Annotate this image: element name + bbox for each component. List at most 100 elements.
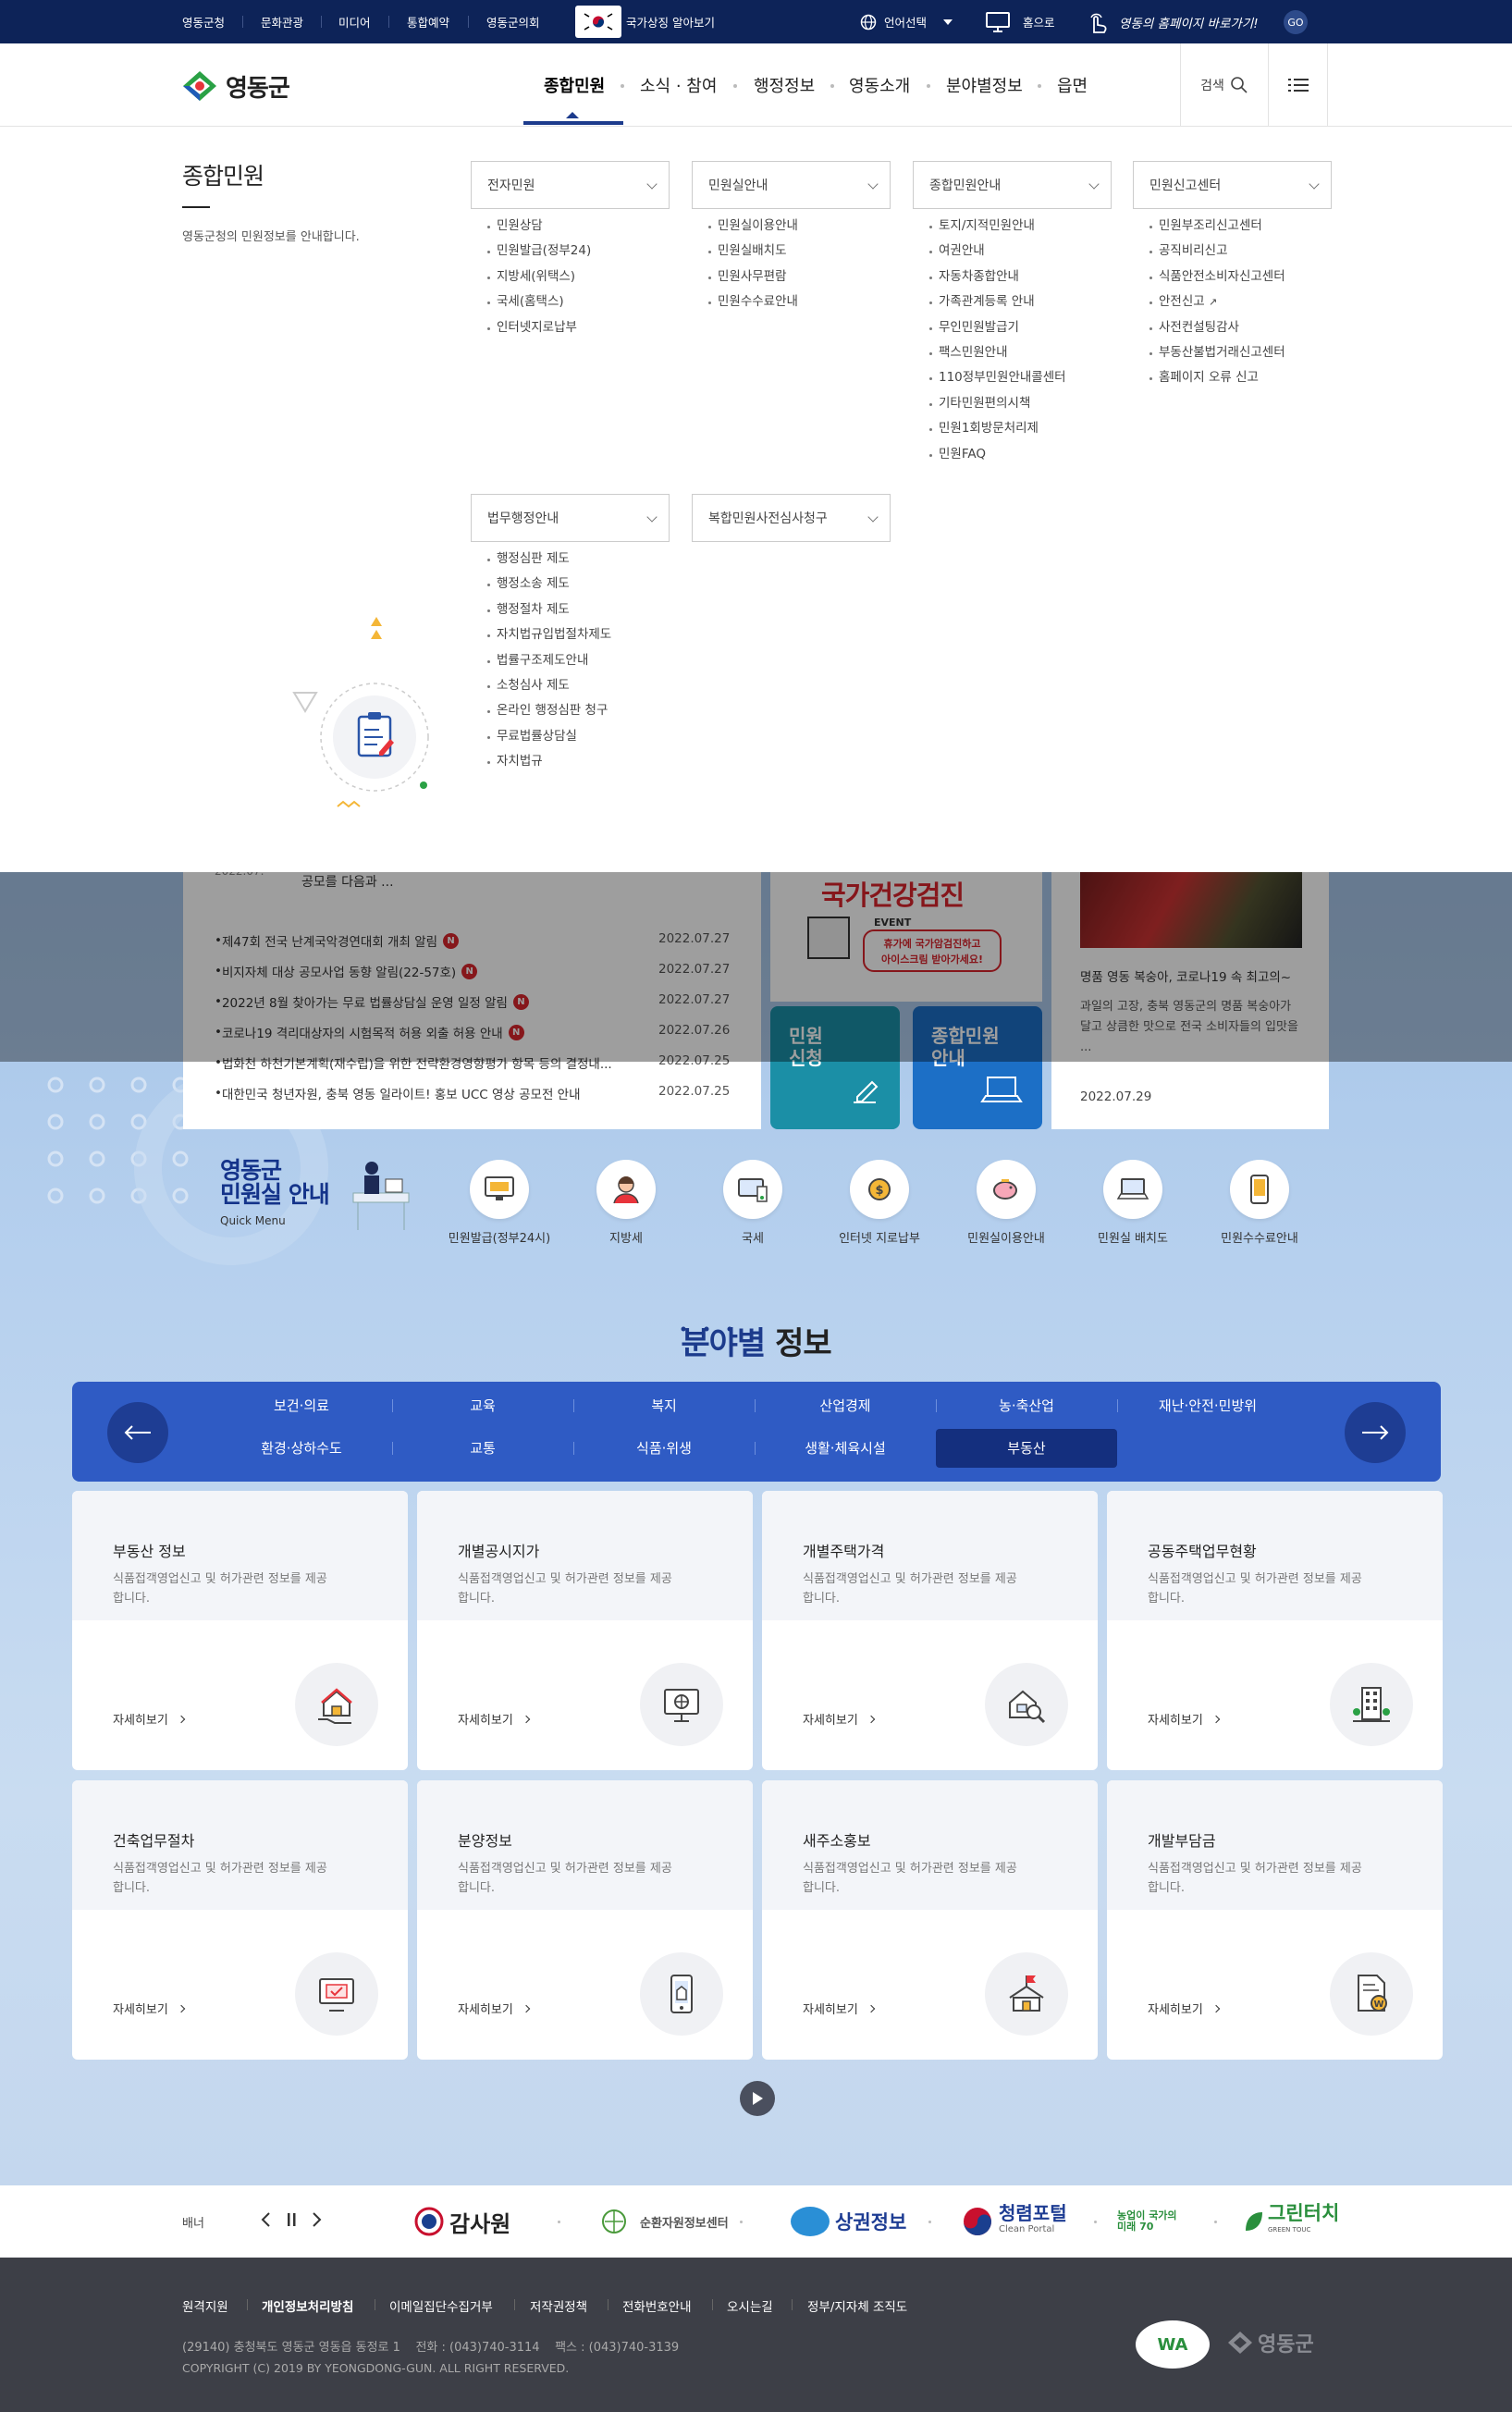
quick-item-local-tax[interactable]: 지방세 (571, 1160, 682, 1246)
banner-green-touch[interactable]: 그린터치 GREEN TOUC (1244, 2204, 1339, 2235)
tab-welfare[interactable]: 복지 (573, 1386, 755, 1425)
menu-item[interactable]: 여권안내 (929, 239, 1112, 264)
footer-link-phonebook[interactable]: 전화번호안내 (622, 2296, 692, 2315)
korea-flag-icon[interactable] (575, 6, 621, 38)
site-logo[interactable]: 영동군 (181, 68, 290, 105)
footer-link-org-chart[interactable]: 정부/지자체 조직도 (807, 2296, 907, 2315)
menu-item[interactable]: 자동차종합안내 (929, 265, 1112, 289)
prev-arrow-button[interactable] (107, 1402, 168, 1463)
link-council[interactable]: 영동군의회 (486, 0, 540, 43)
play-button[interactable] (740, 2081, 775, 2116)
quick-item-giro-payment[interactable]: $ 인터넷 지로납부 (824, 1160, 935, 1246)
field-card[interactable]: 건축업무절차 식품접객영업신고 및 허가관련 정보를 제공합니다. 자세히보기 (72, 1780, 408, 2060)
card-more-link[interactable]: 자세히보기 (803, 2000, 880, 2017)
link-media[interactable]: 미디어 (338, 0, 371, 43)
menu-item[interactable]: 민원발급(정부24) (487, 239, 670, 264)
menu-item[interactable]: 부동산불법거래신고센터 (1149, 340, 1332, 365)
menu-item[interactable]: 민원1회방문처리제 (929, 416, 1112, 441)
banner-prev-button[interactable] (259, 2211, 272, 2232)
submenu-complex-review[interactable]: 복합민원사전심사청구 (692, 494, 891, 542)
gnb-about-yeongdong[interactable]: 영동소개 (849, 43, 910, 127)
menu-item[interactable]: 식품안전소비자신고센터 (1149, 265, 1332, 289)
banner-commerce[interactable]: 상권정보 (791, 2207, 906, 2236)
menu-item[interactable]: 법률구조제도안내 (487, 648, 670, 673)
quick-item-fee-guide[interactable]: 민원수수료안내 (1204, 1160, 1315, 1246)
tab-traffic[interactable]: 교통 (392, 1429, 573, 1468)
banner-agriculture-70[interactable]: 농업이 국가의 미래 70 (1117, 2208, 1187, 2235)
menu-item[interactable]: 민원FAQ (929, 442, 1112, 467)
tab-sports-facilities[interactable]: 생활·체육시설 (755, 1429, 936, 1468)
menu-item[interactable]: 민원사무편람 (708, 265, 891, 289)
menu-item[interactable]: 인터넷지로납부 (487, 315, 670, 340)
link-culture-tourism[interactable]: 문화관광 (261, 0, 303, 43)
link-yeongdong-gun[interactable]: 영동군청 (182, 0, 225, 43)
field-card[interactable]: 개별공시지가 식품접객영업신고 및 허가관련 정보를 제공합니다. 자세히보기 (417, 1491, 753, 1770)
tab-food-hygiene[interactable]: 식품·위생 (573, 1429, 755, 1468)
submenu-office-guide[interactable]: 민원실안내 (692, 161, 891, 209)
menu-item[interactable]: 가족관계등록 안내 (929, 289, 1112, 314)
field-card[interactable]: 부동산 정보 식품접객영업신고 및 허가관련 정보를 제공합니다. 자세히보기 (72, 1491, 408, 1770)
quick-item-civil-issue[interactable]: 민원발급(정부24시) (444, 1160, 555, 1246)
menu-item[interactable]: 온라인 행정심판 청구 (487, 698, 670, 723)
banner-bai[interactable]: 감사원 (414, 2207, 510, 2237)
field-card[interactable]: 개별주택가격 식품접객영업신고 및 허가관련 정보를 제공합니다. 자세히보기 (762, 1491, 1098, 1770)
yeongdong-homepage-link[interactable]: 영동의 홈페이지 바로가기! (1119, 0, 1259, 43)
field-card[interactable]: 개발부담금 식품접객영업신고 및 허가관련 정보를 제공합니다. 자세히보기 W (1107, 1780, 1443, 2060)
quick-item-office-guide[interactable]: 민원실이용안내 (951, 1160, 1062, 1246)
footer-link-copyright[interactable]: 저작권정책 (530, 2296, 587, 2315)
banner-clean-portal[interactable]: 청렴포털 Clean Portal (962, 2204, 1067, 2235)
menu-item[interactable]: 110정부민원안내콜센터 (929, 365, 1112, 390)
menu-item[interactable]: 행정심판 제도 (487, 547, 670, 572)
national-symbol-link[interactable]: 국가상징 알아보기 (626, 0, 715, 43)
menu-item[interactable]: 공직비리신고 (1149, 239, 1332, 264)
news-row[interactable]: • 대한민국 청년자원, 충북 영동 일라이트! 홍보 UCC 영상 공모전 안… (215, 1084, 581, 1102)
link-integrated-reservation[interactable]: 통합예약 (407, 0, 449, 43)
language-select[interactable]: 언어선택 (884, 0, 927, 43)
menu-item[interactable]: 민원부조리신고센터 (1149, 214, 1332, 239)
quick-item-national-tax[interactable]: 국세 (697, 1160, 808, 1246)
menu-item[interactable]: 무인민원발급기 (929, 315, 1112, 340)
quick-item-floor-plan[interactable]: 민원실 배치도 (1077, 1160, 1188, 1246)
go-button[interactable]: GO (1284, 10, 1308, 34)
tab-health[interactable]: 보건·의료 (211, 1386, 392, 1425)
next-arrow-button[interactable] (1345, 1402, 1406, 1463)
menu-item[interactable]: 행정소송 제도 (487, 572, 670, 597)
menu-item[interactable]: 지방세(위택스) (487, 265, 670, 289)
tab-industry[interactable]: 산업경제 (755, 1386, 936, 1425)
tab-agriculture[interactable]: 농·축산업 (936, 1386, 1117, 1425)
menu-item[interactable]: 팩스민원안내 (929, 340, 1112, 365)
submenu-e-civil[interactable]: 전자민원 (471, 161, 670, 209)
card-more-link[interactable]: 자세히보기 (803, 1710, 880, 1728)
card-more-link[interactable]: 자세히보기 (1148, 2000, 1225, 2017)
all-menu-button[interactable] (1268, 43, 1328, 127)
gnb-news-participation[interactable]: 소식 · 참여 (640, 43, 717, 127)
menu-item[interactable]: 안전신고 ↗ (1149, 289, 1332, 314)
submenu-report-center[interactable]: 민원신고센터 (1133, 161, 1332, 209)
card-more-link[interactable]: 자세히보기 (458, 1710, 535, 1728)
card-more-link[interactable]: 자세히보기 (458, 2000, 535, 2017)
tab-education[interactable]: 교육 (392, 1386, 573, 1425)
footer-link-privacy[interactable]: 개인정보처리방침 (262, 2296, 353, 2315)
menu-item[interactable]: 행정절차 제도 (487, 597, 670, 622)
gnb-field-info[interactable]: 분야별정보 (946, 43, 1023, 127)
menu-item[interactable]: 자치법규입법절차제도 (487, 622, 670, 647)
menu-item[interactable]: 민원상담 (487, 214, 670, 239)
footer-link-remote[interactable]: 원격지원 (182, 2296, 228, 2315)
banner-pause-button[interactable] (285, 2211, 298, 2232)
tab-environment[interactable]: 환경·상하수도 (211, 1429, 392, 1468)
field-card[interactable]: 분양정보 식품접객영업신고 및 허가관련 정보를 제공합니다. 자세히보기 (417, 1780, 753, 2060)
field-card[interactable]: 새주소홍보 식품접객영업신고 및 허가관련 정보를 제공합니다. 자세히보기 (762, 1780, 1098, 2060)
menu-item[interactable]: 국세(홈택스) (487, 289, 670, 314)
banner-recycling[interactable]: 순환자원정보센터 (599, 2208, 729, 2235)
card-more-link[interactable]: 자세히보기 (113, 2000, 191, 2017)
card-more-link[interactable]: 자세히보기 (1148, 1710, 1225, 1728)
menu-item[interactable]: 기타민원편의시책 (929, 391, 1112, 416)
field-card[interactable]: 공동주택업무현황 식품접객영업신고 및 허가관련 정보를 제공합니다. 자세히보… (1107, 1491, 1443, 1770)
home-link[interactable]: 홈으로 (1023, 0, 1055, 43)
gnb-administration[interactable]: 행정정보 (754, 43, 815, 127)
menu-item[interactable]: 무료법률상담실 (487, 724, 670, 749)
menu-item[interactable]: 민원수수료안내 (708, 289, 891, 314)
footer-link-directions[interactable]: 오시는길 (727, 2296, 773, 2315)
menu-item[interactable]: 홈페이지 오류 신고 (1149, 365, 1332, 390)
search-button[interactable]: 검색 (1180, 43, 1268, 127)
